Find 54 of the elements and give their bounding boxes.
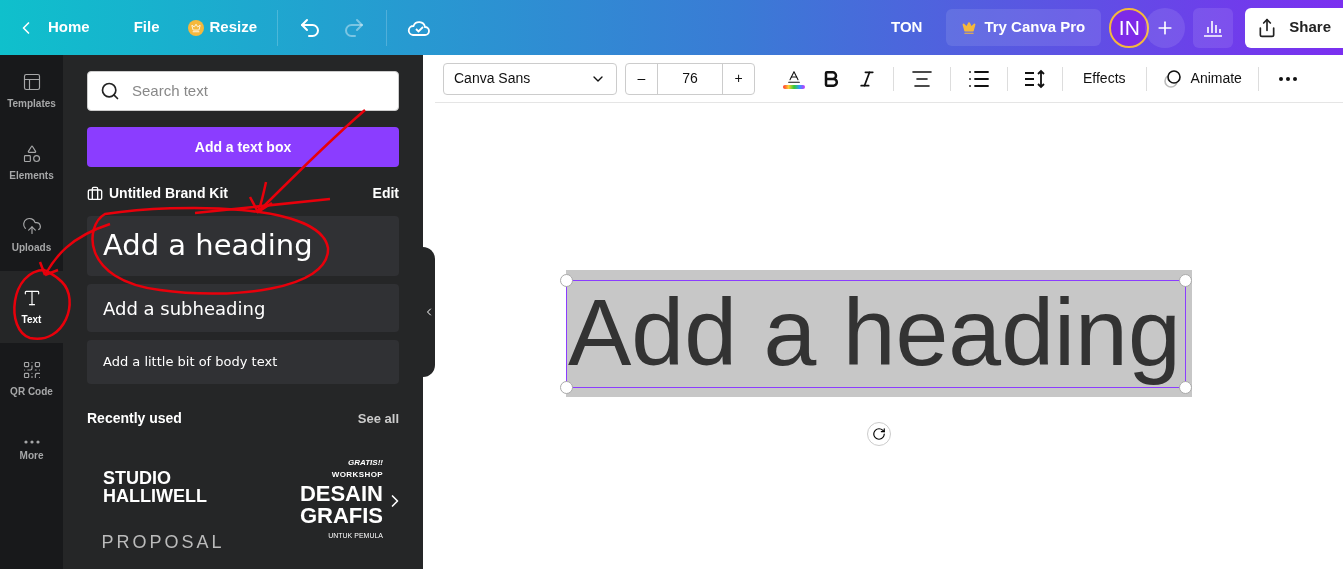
animate-icon — [1162, 68, 1183, 89]
body-preset[interactable]: Add a little bit of body text — [87, 340, 399, 384]
cloud-upload-icon — [21, 215, 42, 236]
animate-button[interactable]: Animate — [1162, 68, 1242, 89]
template-text: STUDIO — [103, 469, 171, 487]
heading-text: Add a heading — [568, 278, 1181, 387]
avatar[interactable]: IN — [1109, 7, 1150, 48]
template-text: WORKSHOP — [331, 469, 383, 481]
qr-code-icon — [21, 359, 42, 380]
see-all-link[interactable]: See all — [357, 408, 399, 429]
template-text: DESAIN — [299, 483, 383, 505]
crown-icon — [962, 20, 977, 35]
crown-icon — [187, 19, 204, 36]
heading-preset[interactable]: Add a heading — [87, 216, 399, 276]
rail-item[interactable]: Elements — [0, 127, 63, 199]
template-text: PROPOSAL — [101, 531, 225, 554]
template-text: GRATIS!! — [348, 457, 383, 469]
color-bar — [783, 84, 805, 89]
rail-item[interactable]: Uploads — [0, 199, 63, 271]
insights-button[interactable] — [1193, 7, 1234, 48]
layout-icon — [21, 71, 42, 92]
user-name: TON — [891, 17, 923, 38]
subheading-preset[interactable]: Add a subheading — [87, 284, 399, 332]
more-icon — [23, 439, 40, 444]
rotate-icon — [872, 427, 886, 441]
brand-kit-icon — [87, 185, 103, 202]
collapse-handle[interactable] — [423, 247, 435, 377]
template-text: HALLIWELL — [103, 487, 207, 505]
try-pro-button[interactable]: Try Canva Pro — [946, 9, 1102, 46]
rail-item[interactable]: Text — [0, 271, 63, 343]
share-button[interactable]: Share — [1245, 7, 1343, 48]
share-icon — [1257, 17, 1278, 38]
search-input[interactable]: Search text — [132, 79, 386, 103]
rail-item[interactable]: Templates — [0, 55, 63, 127]
section-title: Recently used — [87, 409, 182, 428]
increase-button[interactable]: + — [722, 63, 754, 94]
rotate-handle[interactable] — [867, 422, 891, 446]
rail-item[interactable]: More — [0, 415, 63, 487]
effects-button[interactable]: Effects — [1083, 68, 1126, 89]
shapes-icon — [21, 143, 42, 164]
more-icon[interactable] — [1278, 76, 1297, 81]
template-text: GRAFIS — [299, 505, 383, 527]
text-color-button[interactable] — [783, 68, 805, 89]
brand-kit-title: Untitled Brand Kit — [109, 184, 228, 203]
edit-link[interactable]: Edit — [372, 183, 399, 204]
font-select[interactable]: Canva Sans — [443, 62, 617, 95]
line-spacing-icon[interactable] — [1024, 68, 1046, 89]
italic-icon[interactable] — [857, 68, 877, 89]
rail-item[interactable]: QR Code — [0, 343, 63, 415]
search-icon — [100, 81, 120, 101]
text-element[interactable]: Add a heading — [566, 270, 1192, 397]
search-field[interactable]: Search text — [87, 71, 399, 111]
bar-chart-icon — [1203, 18, 1224, 37]
add-text-box-button[interactable]: Add a text box — [87, 127, 399, 167]
